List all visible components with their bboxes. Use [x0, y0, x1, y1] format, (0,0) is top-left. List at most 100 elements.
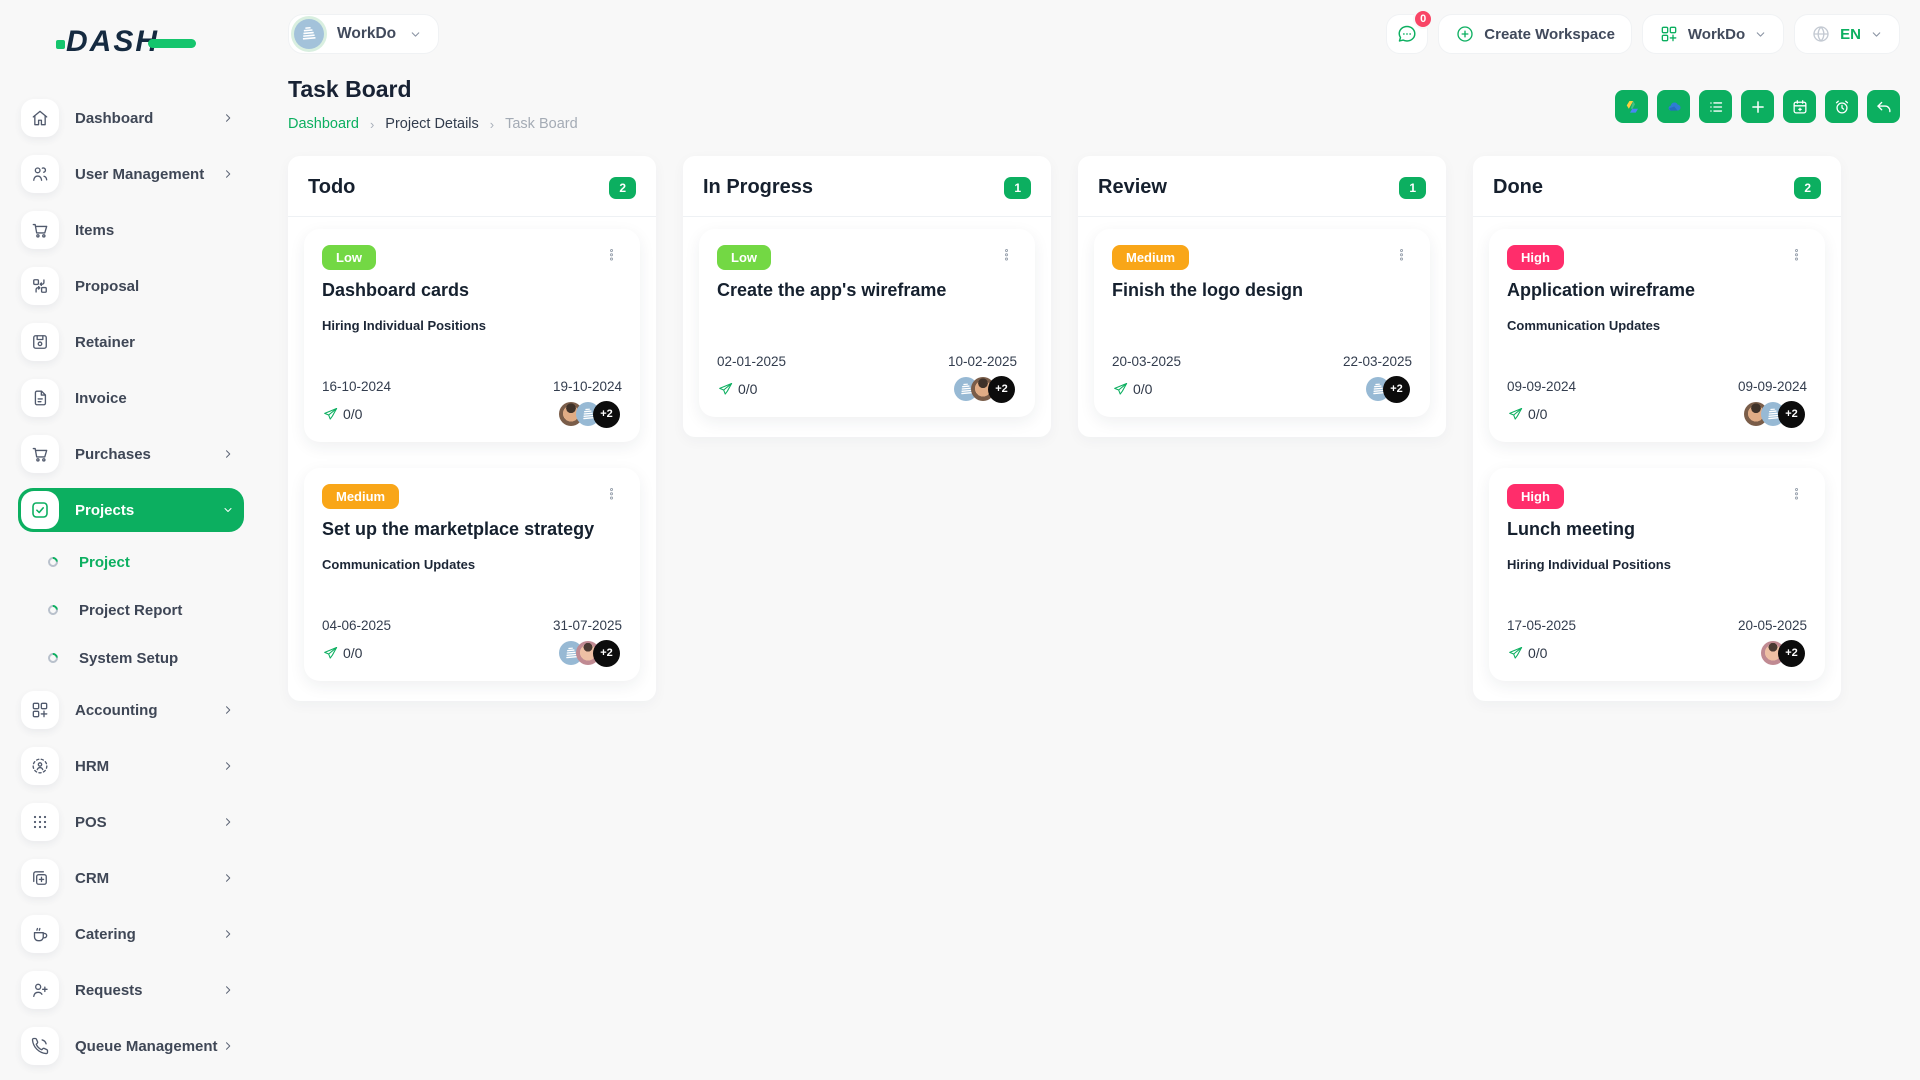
- workspace-switcher[interactable]: WorkDo: [288, 14, 440, 54]
- kebab-icon: [603, 486, 620, 503]
- sidebar-item-user-management[interactable]: User Management: [18, 152, 244, 196]
- column-header: In Progress 1: [683, 156, 1051, 216]
- plus-circle-icon: [1455, 24, 1475, 44]
- toolbar-task-list-button[interactable]: [1699, 90, 1732, 123]
- task-card[interactable]: Medium Set up the marketplace strategy Com…: [304, 468, 640, 681]
- task-title: Set up the marketplace strategy: [322, 519, 595, 539]
- more-assignees-badge[interactable]: +2: [593, 639, 620, 667]
- sidebar-item-proposal[interactable]: Proposal: [18, 264, 244, 308]
- task-card[interactable]: Low Dashboard cards Hiring Individual Posi…: [304, 229, 640, 442]
- task-title: Finish the logo design: [1112, 280, 1303, 300]
- chevron-down-icon: [1754, 28, 1767, 41]
- sidebar-item-hrm[interactable]: HRM: [18, 744, 244, 788]
- grid-plus-icon: [1659, 24, 1679, 44]
- sidebar-item-crm[interactable]: CRM: [18, 856, 244, 900]
- sidebar-item-requests[interactable]: Requests: [18, 968, 244, 1012]
- task-card[interactable]: High Application wireframe Communication U…: [1489, 229, 1825, 442]
- task-dates: 02-01-2025 10-02-2025: [717, 354, 1017, 369]
- send-icon: [1507, 645, 1524, 662]
- sidebar-item-label: Retainer: [75, 333, 136, 351]
- sidebar-subitem-project-report[interactable]: Project Report: [18, 592, 244, 628]
- task-menu-button[interactable]: [1786, 245, 1807, 266]
- priority-badge: Low: [717, 245, 771, 270]
- app-logo: DASH: [0, 16, 260, 68]
- sidebar-item-dashboard[interactable]: Dashboard: [18, 96, 244, 140]
- sidebar-item-label: Dashboard: [75, 109, 154, 127]
- assignee-avatars: +2: [1761, 639, 1807, 667]
- task-card-top: High: [1507, 245, 1807, 270]
- send-icon: [1507, 406, 1524, 423]
- sidebar-item-purchases[interactable]: Purchases: [18, 432, 244, 476]
- sidebar-item-label: Accounting: [75, 701, 158, 719]
- task-menu-button[interactable]: [1786, 484, 1807, 505]
- task-dates: 20-03-2025 22-03-2025: [1112, 354, 1412, 369]
- task-progress: 0/0: [1507, 406, 1547, 423]
- invoice-icon: [21, 379, 59, 417]
- language-selector[interactable]: EN: [1794, 14, 1900, 54]
- create-workspace-button[interactable]: Create Workspace: [1438, 14, 1632, 54]
- board-column-in-progress: In Progress 1 Low Create the app's wirefram…: [683, 156, 1051, 437]
- toolbar-reminder-button[interactable]: [1825, 90, 1858, 123]
- task-progress: 0/0: [1112, 381, 1152, 398]
- task-card[interactable]: Low Create the app's wireframe 02-01-2025 1…: [699, 229, 1035, 417]
- toolbar-calendar-button[interactable]: [1783, 90, 1816, 123]
- sidebar-item-queue-management[interactable]: Queue Management: [18, 1024, 244, 1068]
- toolbar-back-button[interactable]: [1867, 90, 1900, 123]
- task-card[interactable]: High Lunch meeting Hiring Individual Posit…: [1489, 468, 1825, 681]
- more-assignees-badge[interactable]: +2: [1778, 400, 1805, 428]
- task-menu-button[interactable]: [601, 245, 622, 266]
- app-switcher-button[interactable]: WorkDo: [1641, 14, 1785, 54]
- sidebar-item-invoice[interactable]: Invoice: [18, 376, 244, 420]
- sidebar-subitem-system-setup[interactable]: System Setup: [18, 640, 244, 676]
- more-assignees-badge[interactable]: +2: [1778, 639, 1805, 667]
- sidebar-subitem-project[interactable]: Project: [18, 544, 244, 580]
- sidebar-subitem-label: Project Report: [79, 601, 183, 619]
- task-progress-value: 0/0: [343, 406, 363, 422]
- task-footer: 0/0 +2: [717, 374, 1017, 404]
- more-assignees-badge[interactable]: +2: [593, 400, 620, 428]
- sidebar-item-items[interactable]: Items: [18, 208, 244, 252]
- board-toolbar: [1615, 90, 1900, 123]
- task-menu-button[interactable]: [1391, 245, 1412, 266]
- sidebar-item-label: Queue Management: [75, 1037, 218, 1055]
- cart-icon: [21, 435, 59, 473]
- task-end-date: 19-10-2024: [552, 379, 622, 394]
- sidebar-item-label: POS: [75, 813, 107, 831]
- sidebar-item-retainer[interactable]: Retainer: [18, 320, 244, 364]
- toolbar-onedrive-button[interactable]: [1657, 90, 1690, 123]
- task-start-date: 20-03-2025: [1112, 354, 1182, 369]
- task-card[interactable]: Medium Finish the logo design 20-03-2025 22…: [1094, 229, 1430, 417]
- chevron-down-icon: [1870, 28, 1883, 41]
- kebab-icon: [1393, 247, 1410, 264]
- sidebar-item-pos[interactable]: POS: [18, 800, 244, 844]
- more-assignees-badge[interactable]: +2: [988, 375, 1015, 403]
- assignee-avatars: +2: [954, 375, 1017, 403]
- task-progress: 0/0: [322, 406, 362, 423]
- task-menu-button[interactable]: [996, 245, 1017, 266]
- breadcrumb-project-details[interactable]: Project Details: [385, 116, 478, 132]
- add-task-icon: [1749, 98, 1767, 116]
- hrm-icon: [21, 747, 59, 785]
- column-title: Review: [1098, 176, 1167, 198]
- task-card-top: Medium: [1112, 245, 1412, 270]
- column-title: In Progress: [703, 176, 814, 198]
- task-menu-button[interactable]: [601, 484, 622, 505]
- task-footer: 0/0 +2: [1507, 399, 1807, 429]
- toolbar-add-task-button[interactable]: [1741, 90, 1774, 123]
- sidebar-item-accounting[interactable]: Accounting: [18, 688, 244, 732]
- breadcrumb-separator: ›: [489, 116, 495, 132]
- breadcrumb-dashboard[interactable]: Dashboard: [288, 116, 359, 132]
- more-assignees-badge[interactable]: +2: [1383, 375, 1410, 403]
- task-milestone: Hiring Individual Positions: [1507, 557, 1671, 572]
- sidebar-item-catering[interactable]: Catering: [18, 912, 244, 956]
- chevron-right-icon: [222, 928, 234, 940]
- column-count-badge: 1: [1004, 176, 1031, 199]
- sidebar-item-label: Invoice: [75, 389, 127, 407]
- kebab-icon: [1788, 486, 1805, 503]
- task-dates: 17-05-2025 20-05-2025: [1507, 618, 1807, 633]
- task-end-date: 10-02-2025: [947, 354, 1017, 369]
- toolbar-google-drive-button[interactable]: [1615, 90, 1648, 123]
- chevron-right-icon: [222, 1040, 234, 1052]
- messages-button[interactable]: 0: [1386, 9, 1434, 54]
- sidebar-item-projects[interactable]: Projects: [18, 488, 244, 532]
